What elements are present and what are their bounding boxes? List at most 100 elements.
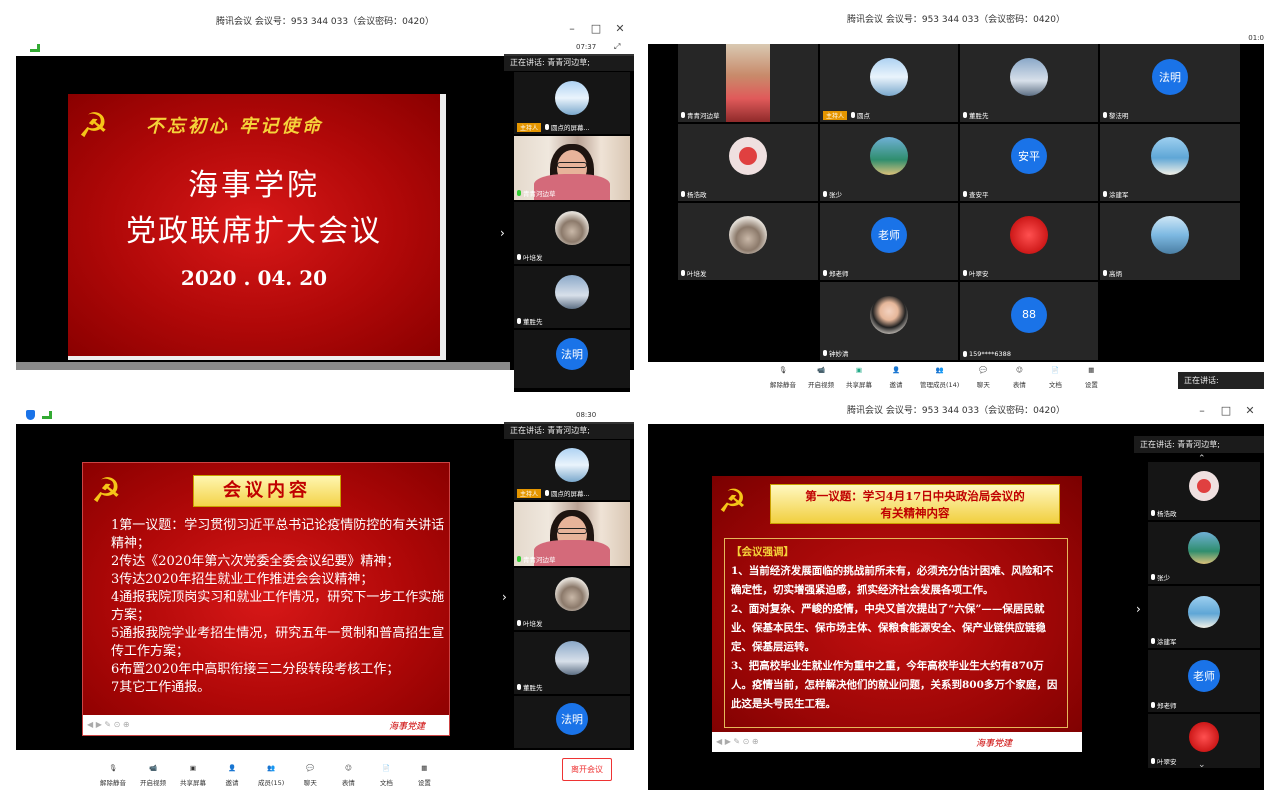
participant-tile[interactable]: 杨浩政 — [1148, 462, 1260, 522]
agenda-list: 1第一议题：学习贯彻习近平总书记论疫情防控的有关讲话精神； 2传达《2020年第… — [111, 517, 447, 697]
agenda-title: 会议内容 — [223, 480, 311, 501]
invite-button[interactable]: 👤 邀请 — [884, 362, 908, 390]
participant-tile[interactable]: 主持人 圆点的屏幕... — [514, 440, 630, 502]
leave-meeting-button[interactable]: 离开会议 — [562, 758, 612, 781]
participant-tile[interactable]: 老师 郑老师 — [1148, 650, 1260, 714]
participant-tile[interactable]: 涂建军 — [1148, 586, 1260, 650]
gallery-tile[interactable]: 高炳 — [1100, 203, 1240, 280]
avatar — [555, 275, 589, 310]
gallery-tile[interactable]: 主持人 圆点 — [820, 44, 958, 122]
panel-toggle-arrow-icon[interactable]: › — [1136, 602, 1141, 616]
gallery-tile[interactable]: 88 159****6388 — [960, 282, 1098, 360]
maximize-icon[interactable]: □ — [1220, 398, 1232, 424]
participant-name: 黎法明 — [1109, 112, 1129, 120]
slide-agenda: ☭ 会议内容 1第一议题：学习贯彻习近平总书记论疫情防控的有关讲话精神； 2传达… — [82, 462, 450, 736]
minimize-icon[interactable]: – — [1196, 398, 1208, 424]
share-screen-button[interactable]: ▣ 共享屏幕 — [180, 760, 206, 788]
participant-tile[interactable]: 董胜先 — [514, 632, 630, 696]
timer: 07:37 — [576, 43, 597, 51]
settings-button[interactable]: ▦ 设置 — [1079, 362, 1103, 390]
chat-button[interactable]: 💬 聊天 — [298, 760, 322, 788]
app-title: 腾讯会议 会议号：953 344 033（会议密码：0420） — [215, 17, 435, 27]
participant-tile[interactable]: 叶培发 — [514, 568, 630, 632]
topic-title-line1: 第一议题：学习4月17日中央政治局会议的 — [805, 489, 1025, 503]
share-screen-button[interactable]: ▣ 共享屏幕 — [846, 362, 872, 390]
slide-nav-controls[interactable]: ◀ ▶ ✎ ⊙ ⊕ — [87, 720, 130, 729]
participant-tile[interactable]: 张少 — [1148, 522, 1260, 586]
participant-name: 钟妙清 — [829, 350, 849, 358]
party-emblem-icon: ☭ — [718, 482, 747, 520]
participant-tile[interactable]: 法明 — [514, 696, 630, 750]
gallery-tile[interactable]: 青青河边草 — [678, 44, 818, 122]
host-badge: 主持人 — [517, 122, 542, 132]
settings-button[interactable]: ▦ 设置 — [412, 760, 436, 788]
maximize-icon[interactable]: □ — [590, 18, 602, 40]
emoji-button[interactable]: ☺ 表情 — [336, 760, 360, 788]
meeting-toolbar: 🎙 解除静音 📹 开启视频 ▣ 共享屏幕 👤 邀请 👥 管理成员(14) 💬 聊天 ☺ 表情 … — [648, 362, 1264, 392]
unmute-button[interactable]: 🎙 解除静音 — [770, 362, 796, 390]
gallery-tile[interactable]: 张少 — [820, 124, 958, 201]
close-icon[interactable]: ✕ — [614, 18, 626, 40]
camera-off-icon: 📹 — [148, 763, 158, 772]
participant-tile[interactable]: 青青河边草 — [514, 502, 630, 568]
invite-button[interactable]: 👤 邀请 — [220, 760, 244, 788]
gallery-tile[interactable]: 叶翠安 — [960, 203, 1098, 280]
close-icon[interactable]: ✕ — [1244, 398, 1256, 424]
gallery-tile[interactable]: 叶培发 — [678, 203, 818, 280]
title-bar: 腾讯会议 会议号：953 344 033（会议密码：0420） — [648, 0, 1264, 40]
emoji-icon: ☺ — [344, 763, 352, 772]
timer: 01:0 — [1248, 34, 1264, 42]
screen-share-icon: ▣ — [189, 763, 197, 772]
minimize-icon[interactable]: – — [566, 18, 578, 40]
mic-icon — [1103, 112, 1107, 118]
participant-name: 圆点的屏幕... — [551, 490, 590, 498]
participant-tile[interactable]: 青青河边草 — [514, 136, 630, 202]
chat-button[interactable]: 💬 聊天 — [971, 362, 995, 390]
docs-button[interactable]: 📄 文档 — [374, 760, 398, 788]
start-video-button[interactable]: 📹 开启视频 — [808, 362, 834, 390]
avatar: 老师 — [1188, 660, 1220, 693]
gallery-tile[interactable]: 安平 查安平 — [960, 124, 1098, 201]
participant-name: 董胜先 — [523, 684, 543, 692]
members-icon: 👥 — [935, 365, 944, 374]
gallery-tile[interactable]: 法明 黎法明 — [1100, 44, 1240, 122]
participant-tile[interactable]: 主持人 圆点的屏幕... — [514, 72, 630, 136]
invite-icon: 👤 — [227, 763, 237, 772]
mic-icon — [681, 112, 685, 118]
emoji-button[interactable]: ☺ 表情 — [1007, 362, 1031, 390]
mic-icon — [517, 190, 521, 196]
panel-toggle-arrow-icon[interactable]: › — [502, 590, 507, 604]
avatar: 法明 — [556, 338, 588, 371]
start-video-button[interactable]: 📹 开启视频 — [140, 760, 166, 788]
speaking-indicator: 正在讲话: 青青河边草; — [504, 422, 634, 439]
docs-button[interactable]: 📄 文档 — [1043, 362, 1067, 390]
title-bar: 腾讯会议 会议号：953 344 033（会议密码：0420） – □ ✕ — [648, 398, 1264, 424]
slide-footer-text: 海事党建 — [388, 722, 425, 732]
mic-icon — [1151, 574, 1155, 580]
gallery-tile[interactable]: 董胜先 — [960, 44, 1098, 122]
meeting-toolbar: 🎙 解除静音 📹 开启视频 ▣ 共享屏幕 👤 邀请 👥 成员(15) 💬 聊天 ☺ 表情 📄 文… — [16, 750, 634, 790]
fullscreen-icon[interactable]: ⤢ — [614, 42, 620, 52]
panel-toggle-arrow-icon[interactable]: › — [500, 226, 505, 240]
mic-icon — [1103, 270, 1107, 276]
gallery-tile[interactable]: 涂建军 — [1100, 124, 1240, 201]
panel-scroll-down-icon[interactable]: ⌄ — [1198, 760, 1206, 770]
members-button[interactable]: 👥 成员(15) — [258, 760, 284, 788]
participant-tile[interactable]: 叶培发 — [514, 202, 630, 266]
agenda-item: 3传达2020年招生就业工作推进会会议精神； — [111, 572, 374, 587]
participant-name: 涂建军 — [1109, 191, 1129, 199]
participant-panel: 杨浩政 张少 涂建军 老师 郑老师 叶翠安 — [1148, 462, 1260, 772]
mic-icon — [517, 684, 521, 690]
gallery-tile[interactable]: 钟妙清 — [820, 282, 958, 360]
avatar — [555, 577, 589, 612]
gallery-tile[interactable]: 老师 郑老师 — [820, 203, 958, 280]
participant-tile[interactable]: 董胜先 — [514, 266, 630, 330]
manage-members-button[interactable]: 👥 管理成员(14) — [920, 362, 959, 390]
participant-panel: 主持人 圆点的屏幕... 青青河边草 叶培发 董胜先 法明 — [514, 72, 630, 392]
gallery-tile[interactable]: 杨浩政 — [678, 124, 818, 201]
avatar — [1188, 596, 1220, 629]
slide-nav-controls[interactable]: ◀ ▶ ✎ ⊙ ⊕ — [716, 737, 759, 746]
participant-tile[interactable]: 法明 — [514, 330, 630, 390]
unmute-button[interactable]: 🎙 解除静音 — [100, 760, 126, 788]
slide-scroll-bar[interactable] — [16, 362, 510, 370]
